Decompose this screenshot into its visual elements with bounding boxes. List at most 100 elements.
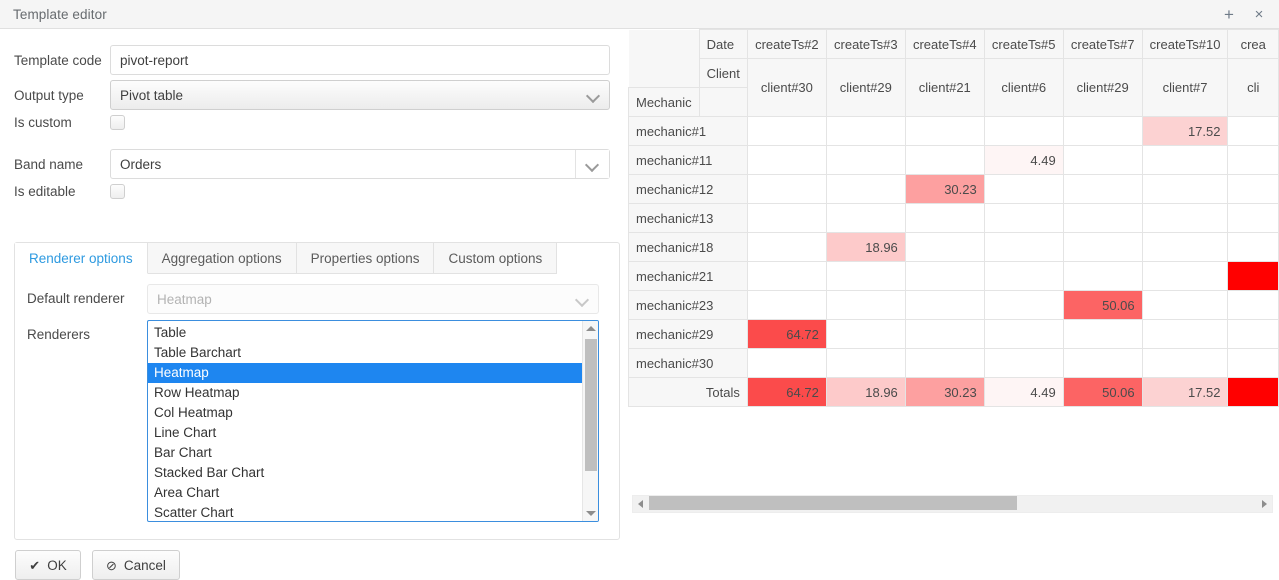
pivot-corner-blank2	[698, 87, 748, 117]
pivot-date-axis-label: Date	[698, 29, 748, 59]
expand-icon[interactable]: +	[1220, 5, 1238, 23]
list-item-selected[interactable]: Heatmap	[148, 363, 582, 383]
output-type-select[interactable]: Pivot table	[110, 80, 610, 110]
pivot-cell	[1227, 261, 1279, 291]
pivot-cell	[1227, 116, 1279, 146]
scroll-up-arrow-icon[interactable]	[583, 321, 598, 336]
renderers-label: Renderers	[27, 327, 91, 342]
pivot-cell	[825, 290, 906, 320]
tab-properties-options[interactable]: Properties options	[296, 243, 435, 274]
is-editable-checkbox[interactable]	[110, 184, 125, 199]
pivot-cell	[1062, 348, 1143, 378]
table-row: mechanic#11 4.49	[628, 145, 1279, 175]
pivot-cell	[904, 319, 985, 349]
list-item[interactable]: Area Chart	[148, 483, 582, 503]
list-item[interactable]: Row Heatmap	[148, 383, 582, 403]
ok-button[interactable]: ✔ OK	[15, 550, 81, 580]
list-item[interactable]: Table	[148, 323, 582, 343]
pivot-col-header-date: createTs#2	[746, 29, 827, 59]
list-item[interactable]: Stacked Bar Chart	[148, 463, 582, 483]
pivot-totals-cell: 64.72	[746, 377, 827, 407]
default-renderer-select[interactable]: Heatmap	[147, 284, 599, 314]
tab-renderer-options[interactable]: Renderer options	[15, 243, 148, 274]
pivot-cell	[983, 348, 1064, 378]
pivot-totals-cell	[1227, 377, 1279, 407]
table-row: mechanic#29 64.72	[628, 319, 1279, 349]
renderers-listbox-items: Table Table Barchart Heatmap Row Heatmap…	[148, 321, 582, 521]
hscroll-track[interactable]	[648, 496, 1257, 512]
band-name-label: Band name	[14, 156, 84, 172]
close-icon[interactable]: ×	[1250, 5, 1268, 23]
pivot-cell: 17.52	[1141, 116, 1229, 146]
scroll-left-arrow-icon[interactable]	[633, 496, 648, 512]
is-custom-checkbox[interactable]	[110, 115, 125, 130]
pivot-cell	[1227, 232, 1279, 262]
pivot-col-header-date: createTs#3	[825, 29, 906, 59]
pivot-cell	[983, 203, 1064, 233]
pivot-cell	[1227, 348, 1279, 378]
pivot-cell	[1141, 203, 1229, 233]
is-editable-label: Is editable	[14, 184, 76, 199]
pivot-horizontal-scrollbar[interactable]	[632, 495, 1273, 513]
pivot-corner-blank	[628, 29, 700, 88]
pivot-table-body: mechanic#1 17.52 mechanic#11 4.49 mechanic#1…	[628, 116, 1279, 407]
field-template-code: Template code	[0, 45, 610, 75]
list-item[interactable]: Line Chart	[148, 423, 582, 443]
pivot-cell	[1227, 145, 1279, 175]
pivot-row-header: mechanic#1	[628, 116, 748, 146]
pivot-table-panel: Date createTs#2 createTs#3 createTs#4 cr…	[628, 29, 1279, 564]
pivot-totals-cell: 30.23	[904, 377, 985, 407]
pivot-cell	[983, 319, 1064, 349]
pivot-cell	[1227, 203, 1279, 233]
output-type-label: Output type	[14, 87, 84, 103]
pivot-totals-cell: 4.49	[983, 377, 1064, 407]
pivot-cell	[904, 116, 985, 146]
pivot-col-header-date: createTs#4	[904, 29, 985, 59]
pivot-cell	[1062, 319, 1143, 349]
renderers-vertical-scrollbar[interactable]	[582, 321, 598, 521]
check-icon: ✔	[29, 557, 41, 573]
list-item[interactable]: Scatter Chart	[148, 503, 582, 521]
scroll-down-arrow-icon[interactable]	[583, 506, 598, 521]
table-row: mechanic#18 18.96	[628, 232, 1279, 262]
pivot-cell	[983, 116, 1064, 146]
pivot-header-date-row: Date createTs#2 createTs#3 createTs#4 cr…	[628, 29, 1279, 88]
scrollbar-thumb[interactable]	[649, 496, 1017, 510]
scroll-right-arrow-icon[interactable]	[1257, 496, 1272, 512]
is-custom-label: Is custom	[14, 115, 72, 130]
pivot-row-header: mechanic#13	[628, 203, 748, 233]
template-editor-form: Template code Output type Pivot table Is…	[0, 29, 628, 580]
cancel-button[interactable]: ⊘ Cancel	[92, 550, 180, 580]
list-item[interactable]: Table Barchart	[148, 343, 582, 363]
renderers-listbox[interactable]: Table Table Barchart Heatmap Row Heatmap…	[147, 320, 599, 522]
table-row: mechanic#1 17.52	[628, 116, 1279, 146]
list-item[interactable]: Bar Chart	[148, 443, 582, 463]
table-row: mechanic#12 30.23	[628, 174, 1279, 204]
dialog-button-bar: ✔ OK ⊘ Cancel	[15, 550, 180, 580]
window-title: Template editor	[13, 6, 107, 22]
pivot-cell	[904, 232, 985, 262]
pivot-table: Date createTs#2 createTs#3 createTs#4 cr…	[628, 29, 1279, 407]
scrollbar-thumb[interactable]	[585, 339, 597, 471]
band-name-combobox[interactable]: Orders	[110, 149, 610, 179]
ban-icon: ⊘	[106, 557, 117, 573]
field-band-name: Band name Orders	[0, 149, 610, 179]
table-row: mechanic#23 50.06	[628, 290, 1279, 320]
chevron-down-icon	[587, 89, 600, 102]
pivot-row-header: mechanic#18	[628, 232, 748, 262]
pivot-col-header-client: client#7	[1141, 58, 1229, 117]
field-is-editable: Is editable	[0, 184, 125, 199]
list-item[interactable]: Col Heatmap	[148, 403, 582, 423]
default-renderer-value: Heatmap	[157, 291, 212, 307]
pivot-col-header-date: createTs#7	[1062, 29, 1143, 59]
pivot-cell: 18.96	[825, 232, 906, 262]
band-name-dropdown-button[interactable]	[575, 150, 609, 178]
tab-custom-options[interactable]: Custom options	[434, 243, 558, 274]
pivot-row-header: mechanic#29	[628, 319, 748, 349]
pivot-cell	[983, 290, 1064, 320]
pivot-cell	[904, 145, 985, 175]
tab-aggregation-options[interactable]: Aggregation options	[147, 243, 297, 274]
pivot-cell: 64.72	[746, 319, 827, 349]
template-code-input[interactable]	[110, 45, 610, 75]
pivot-col-header-client: client#21	[904, 58, 985, 117]
